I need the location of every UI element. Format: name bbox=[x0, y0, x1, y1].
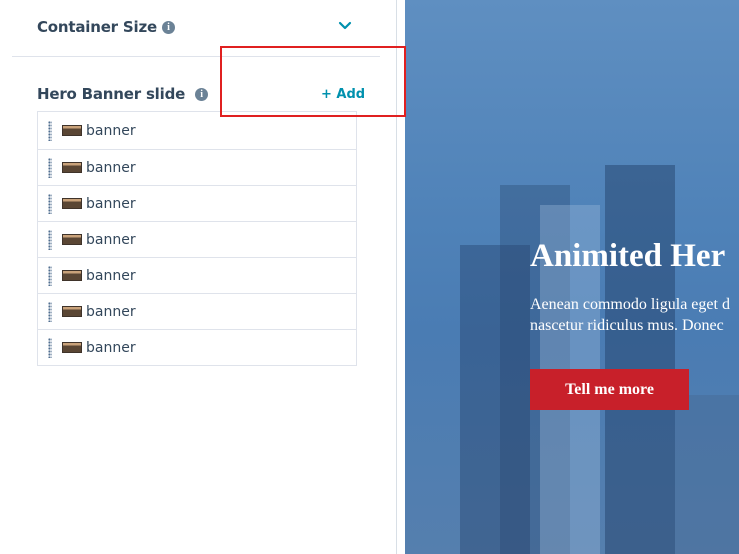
tell-me-more-button[interactable]: Tell me more bbox=[530, 369, 689, 410]
list-item-label: banner bbox=[86, 267, 136, 284]
list-item-label: banner bbox=[86, 195, 136, 212]
list-item[interactable]: banner bbox=[38, 149, 356, 185]
hero-title: Animited Her bbox=[530, 238, 726, 274]
drag-handle-icon[interactable] bbox=[48, 229, 52, 250]
list-item[interactable]: banner bbox=[38, 293, 356, 329]
list-item-label: banner bbox=[86, 303, 136, 320]
drag-handle-icon[interactable] bbox=[48, 120, 52, 141]
drag-handle-icon[interactable] bbox=[48, 193, 52, 214]
container-size-header[interactable]: Container Size i bbox=[37, 17, 356, 37]
list-item-label: banner bbox=[86, 122, 136, 139]
list-item[interactable]: banner bbox=[38, 257, 356, 293]
list-item[interactable]: banner bbox=[38, 112, 356, 149]
banner-thumbnail-icon bbox=[62, 306, 82, 317]
drag-handle-icon[interactable] bbox=[48, 265, 52, 286]
info-icon[interactable]: i bbox=[161, 20, 175, 34]
drag-handle-icon[interactable] bbox=[48, 337, 52, 358]
banner-thumbnail-icon bbox=[62, 198, 82, 209]
drag-handle-icon[interactable] bbox=[48, 157, 52, 178]
hero-text-line: Aenean commodo ligula eget d bbox=[530, 296, 730, 313]
chevron-down-icon[interactable] bbox=[338, 19, 352, 33]
hero-description: Aenean commodo ligula eget d nascetur ri… bbox=[530, 294, 739, 336]
banner-thumbnail-icon bbox=[62, 270, 82, 281]
list-item-label: banner bbox=[86, 339, 136, 356]
list-item[interactable]: banner bbox=[38, 329, 356, 365]
hero-text-line: nascetur ridiculus mus. Donec bbox=[530, 317, 724, 334]
container-size-label: Container Size bbox=[37, 18, 157, 36]
banner-thumbnail-icon bbox=[62, 342, 82, 353]
banner-thumbnail-icon bbox=[62, 234, 82, 245]
list-item[interactable]: banner bbox=[38, 221, 356, 257]
hero-banner-slide-label: Hero Banner slide bbox=[37, 85, 186, 103]
list-item-label: banner bbox=[86, 231, 136, 248]
info-icon[interactable]: i bbox=[195, 87, 209, 101]
drag-handle-icon[interactable] bbox=[48, 301, 52, 322]
banner-slide-list: banner banner banner banner banner banne… bbox=[37, 111, 357, 366]
hero-preview: Animited Her Aenean commodo ligula eget … bbox=[405, 0, 739, 554]
highlight-box bbox=[220, 46, 406, 117]
banner-thumbnail-icon bbox=[62, 162, 82, 173]
skyline-image bbox=[605, 165, 675, 554]
banner-thumbnail-icon bbox=[62, 125, 82, 136]
list-item-label: banner bbox=[86, 159, 136, 176]
list-item[interactable]: banner bbox=[38, 185, 356, 221]
skyline-image bbox=[675, 395, 739, 554]
